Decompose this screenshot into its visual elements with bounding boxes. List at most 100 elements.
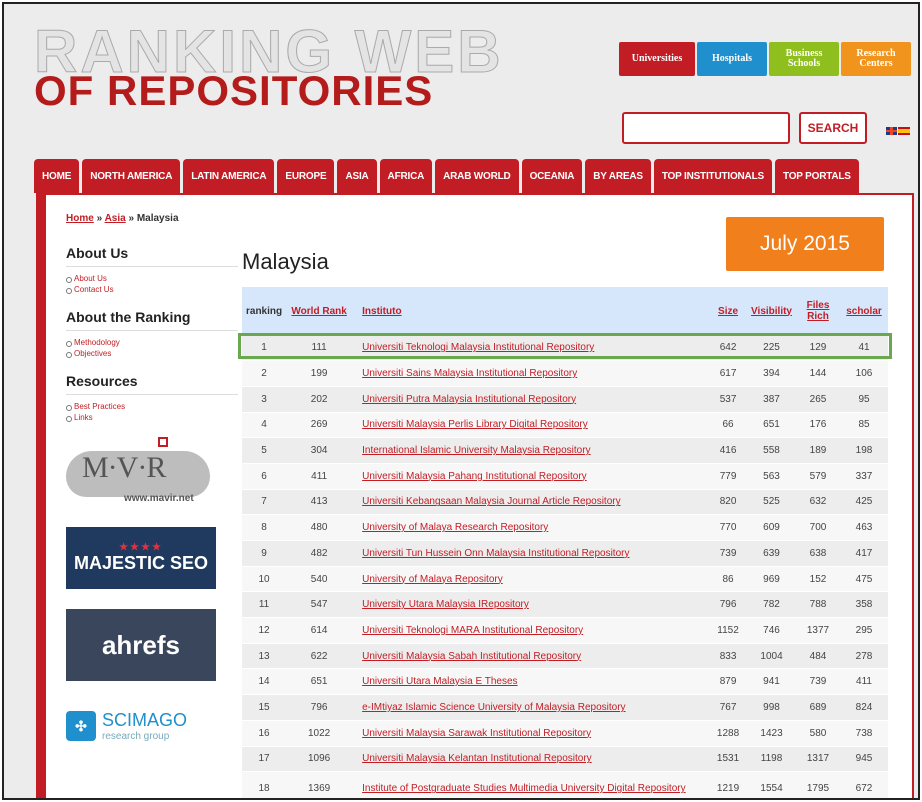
cell-instituto[interactable]: Universiti Utara Malaysia E Theses (352, 668, 710, 696)
cell-size: 1152 (709, 617, 748, 644)
cell-scholar: 358 (840, 591, 888, 619)
cell-world-rank: 202 (286, 386, 353, 413)
col-visibility[interactable]: Visibility (747, 287, 796, 335)
cell-world-rank: 622 (286, 643, 353, 670)
cell-visibility: 558 (747, 437, 796, 464)
nav-by-areas[interactable]: BY AREAS (585, 159, 651, 193)
nav-north-america[interactable]: NORTH AMERICA (82, 159, 181, 193)
tab-universities[interactable]: Universities (619, 42, 695, 76)
cell-instituto[interactable]: University Utara Malaysia IRepository (352, 591, 710, 619)
cell-size: 1219 (709, 771, 748, 798)
cell-world-rank: 1369 (286, 771, 353, 798)
table-row: 9 482 Universiti Tun Hussein Onn Malaysia … (242, 540, 888, 567)
sidebar: About Us About Us Contact Us About the R… (66, 245, 238, 751)
cell-size: 739 (709, 540, 748, 567)
nav-top-institutionals[interactable]: TOP INSTITUTIONALS (653, 159, 772, 193)
cell-world-rank: 540 (286, 566, 353, 593)
cell-instituto[interactable]: Universiti Tun Hussein Onn Malaysia Inst… (352, 540, 710, 567)
cell-files-rich: 689 (796, 694, 840, 721)
cell-ranking: 6 (242, 463, 287, 490)
nav-arab-world[interactable]: ARAB WORLD (435, 159, 519, 193)
cell-instituto[interactable]: Universiti Teknologi Malaysia Institutio… (352, 335, 710, 362)
table-row: 7 413 Universiti Kebangsaan Malaysia Journ… (242, 489, 888, 516)
nav-latin-america[interactable]: LATIN AMERICA (183, 159, 275, 193)
cell-files-rich: 144 (796, 360, 840, 387)
majestic-seo-logo[interactable]: ★★★★ MAJESTIC SEO (66, 527, 216, 589)
nav-asia[interactable]: ASIA (337, 159, 377, 193)
search-input[interactable] (622, 112, 790, 144)
cell-instituto[interactable]: Universiti Malaysia Sarawak Institutiona… (352, 720, 710, 747)
cell-visibility: 1004 (747, 643, 796, 670)
site-logo[interactable]: RANKING WEB OF REPOSITORIES (34, 21, 504, 114)
about-links: About Us Contact Us (66, 273, 238, 295)
scimago-logo[interactable]: ✣ SCIMAGO research group (66, 701, 216, 751)
ahrefs-logo[interactable]: ahrefs (66, 609, 216, 681)
cell-visibility: 639 (747, 540, 796, 567)
breadcrumb-sep: » (128, 213, 135, 224)
cell-size: 879 (709, 668, 748, 696)
content-panel: Home » Asia » Malaysia About Us About Us… (36, 193, 914, 798)
nav-oceania[interactable]: OCEANIA (521, 159, 583, 193)
spanish-flag-icon[interactable] (898, 127, 910, 135)
search-button[interactable]: SEARCH (799, 112, 867, 144)
cell-world-rank: 1096 (286, 746, 353, 773)
nav-europe[interactable]: EUROPE (277, 159, 335, 193)
cell-instituto[interactable]: e-IMtiyaz Islamic Science University of … (352, 694, 710, 721)
sidebar-link-about-us[interactable]: About Us (66, 273, 238, 284)
sidebar-link-objectives[interactable]: Objectives (66, 348, 238, 359)
cell-scholar: 824 (840, 694, 888, 721)
cell-instituto[interactable]: University of Malaya Research Repository (352, 514, 710, 541)
cell-instituto[interactable]: Universiti Malaysia Perlis Library Digit… (352, 412, 710, 439)
col-files-rich[interactable]: Files Rich (796, 287, 840, 335)
sidebar-link-best-practices[interactable]: Best Practices (66, 401, 238, 412)
cell-instituto[interactable]: University of Malaya Repository (352, 566, 710, 593)
cell-visibility: 651 (747, 412, 796, 439)
cell-visibility: 1423 (747, 720, 796, 747)
cell-world-rank: 796 (286, 694, 353, 721)
cell-instituto[interactable]: Universiti Sains Malaysia Institutional … (352, 360, 710, 387)
cell-instituto[interactable]: Universiti Malaysia Kelantan Institution… (352, 746, 710, 773)
col-world-rank[interactable]: World Rank (286, 287, 353, 335)
sidebar-link-methodology[interactable]: Methodology (66, 337, 238, 348)
col-ranking[interactable]: ranking (242, 287, 287, 335)
cell-instituto[interactable]: Universiti Putra Malaysia Institutional … (352, 386, 710, 413)
cell-files-rich: 1795 (796, 771, 840, 798)
cell-instituto[interactable]: Universiti Kebangsaan Malaysia Journal A… (352, 489, 710, 516)
sidebar-heading-ranking: About the Ranking (66, 309, 238, 331)
table-row: 11 547 University Utara Malaysia IReposito… (242, 591, 888, 619)
english-flag-icon[interactable] (886, 127, 897, 135)
cell-files-rich: 632 (796, 489, 840, 516)
breadcrumb-sep: » (96, 213, 103, 224)
col-instituto[interactable]: Instituto (352, 287, 710, 335)
language-flags (886, 127, 910, 135)
nav-home[interactable]: HOME (34, 159, 80, 193)
mavir-logo[interactable]: M·V·R www.mavir.net (66, 437, 216, 507)
cell-ranking: 1 (242, 335, 287, 362)
tab-business-schools[interactable]: Business Schools (769, 42, 839, 76)
cell-size: 642 (709, 335, 748, 362)
col-size[interactable]: Size (709, 287, 748, 335)
cell-instituto[interactable]: Universiti Malaysia Sabah Institutional … (352, 643, 710, 670)
sidebar-link-links[interactable]: Links (66, 412, 238, 423)
cell-scholar: 198 (840, 437, 888, 464)
cell-scholar: 95 (840, 386, 888, 413)
sidebar-link-contact-us[interactable]: Contact Us (66, 284, 238, 295)
nav-africa[interactable]: AFRICA (379, 159, 433, 193)
cell-instituto[interactable]: Universiti Malaysia Pahang Institutional… (352, 463, 710, 490)
tab-research-centers[interactable]: Research Centers (841, 42, 911, 76)
tab-hospitals[interactable]: Hospitals (697, 42, 767, 76)
breadcrumb-asia[interactable]: Asia (105, 213, 126, 224)
cell-files-rich: 176 (796, 412, 840, 439)
breadcrumb-home[interactable]: Home (66, 213, 94, 224)
cell-files-rich: 152 (796, 566, 840, 593)
sidebar-heading-about: About Us (66, 245, 238, 267)
col-scholar[interactable]: scholar (840, 287, 888, 335)
cell-instituto[interactable]: Institute of Postgraduate Studies Multim… (352, 771, 710, 798)
table-row: 3 202 Universiti Putra Malaysia Institutio… (242, 386, 888, 413)
cell-instituto[interactable]: International Islamic University Malaysi… (352, 437, 710, 464)
nav-top-portals[interactable]: TOP PORTALS (774, 159, 859, 193)
cell-instituto[interactable]: Universiti Teknologi MARA Institutional … (352, 617, 710, 644)
page-frame: RANKING WEB OF REPOSITORIES Universities… (2, 2, 920, 800)
cell-files-rich: 700 (796, 514, 840, 541)
logo-line-2: OF REPOSITORIES (34, 67, 434, 114)
